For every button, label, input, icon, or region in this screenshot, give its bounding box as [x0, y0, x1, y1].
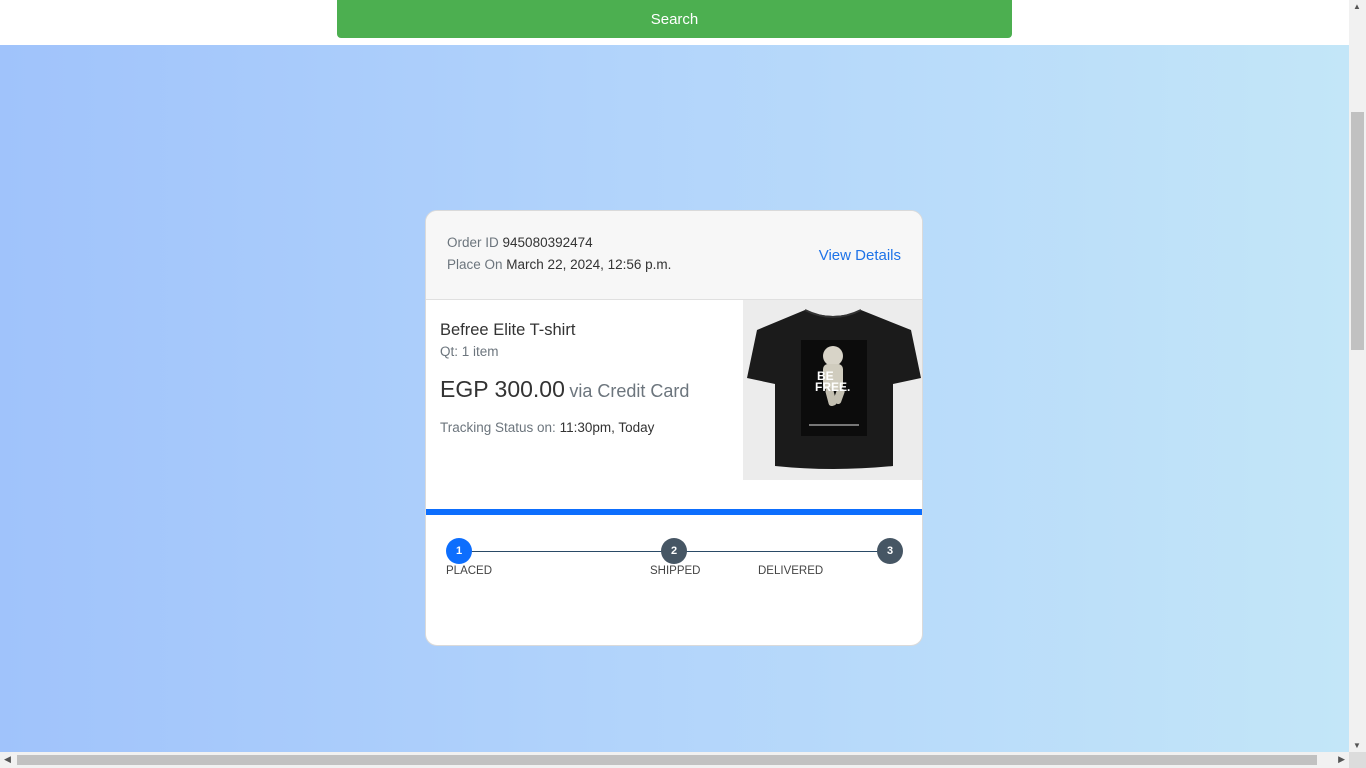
- product-price: EGP 300.00: [440, 376, 565, 402]
- scroll-down-icon[interactable]: ▼: [1353, 741, 1361, 750]
- tracking-status: Tracking Status on: 11:30pm, Today: [440, 420, 654, 435]
- tracking-label: Tracking Status on:: [440, 420, 556, 435]
- tracking-value: 11:30pm, Today: [559, 420, 655, 435]
- order-date-label: Place On: [447, 257, 503, 272]
- vertical-scroll-thumb[interactable]: [1351, 112, 1364, 350]
- order-id-row: Order ID 945080392474: [447, 235, 593, 250]
- payment-method: via Credit Card: [569, 381, 690, 401]
- step-1-label: PLACED: [446, 565, 493, 577]
- step-3-label: DELIVERED: [758, 565, 824, 577]
- step-2-label: SHIPPED: [650, 565, 701, 577]
- order-date-row: Place On March 22, 2024, 12:56 p.m.: [447, 257, 671, 272]
- scroll-right-icon[interactable]: ▶: [1338, 754, 1345, 765]
- product-name: Befree Elite T-shirt: [440, 321, 576, 339]
- svg-text:FREE.: FREE.: [815, 380, 850, 394]
- step-2-dot: 2: [661, 538, 687, 564]
- order-progress-bar: [426, 509, 922, 515]
- scroll-up-icon[interactable]: ▲: [1353, 2, 1361, 11]
- top-bar: Search: [0, 0, 1349, 45]
- vertical-scrollbar[interactable]: ▲ ▼: [1349, 0, 1366, 752]
- view-details-link[interactable]: View Details: [819, 247, 901, 264]
- scrollbar-corner: [1349, 752, 1366, 768]
- scroll-left-icon[interactable]: ◀: [4, 754, 11, 765]
- order-card: Order ID 945080392474 Place On March 22,…: [425, 210, 923, 646]
- step-1-dot: 1: [446, 538, 472, 564]
- step-3-dot: 3: [877, 538, 903, 564]
- order-id-label: Order ID: [447, 235, 499, 250]
- horizontal-scrollbar[interactable]: ◀ ▶: [0, 752, 1366, 768]
- tshirt-image: BE FREE.: [743, 300, 922, 480]
- order-card-header: Order ID 945080392474 Place On March 22,…: [426, 211, 922, 300]
- search-button[interactable]: Search: [337, 0, 1012, 38]
- order-date-value: March 22, 2024, 12:56 p.m.: [506, 257, 672, 272]
- horizontal-scroll-thumb[interactable]: [17, 755, 1317, 765]
- product-quantity: Qt: 1 item: [440, 344, 499, 359]
- order-id-value: 945080392474: [502, 235, 593, 250]
- product-image: BE FREE.: [743, 300, 922, 480]
- search-button-label: Search: [650, 10, 699, 28]
- order-stepper: 1 2 3 PLACED SHIPPED DELIVERED: [426, 537, 922, 597]
- price-line: EGP 300.00 via Credit Card: [440, 376, 689, 403]
